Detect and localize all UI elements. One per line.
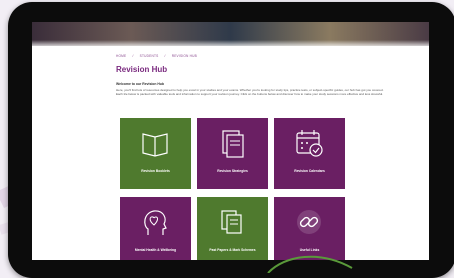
decorative-curve: [267, 255, 353, 273]
